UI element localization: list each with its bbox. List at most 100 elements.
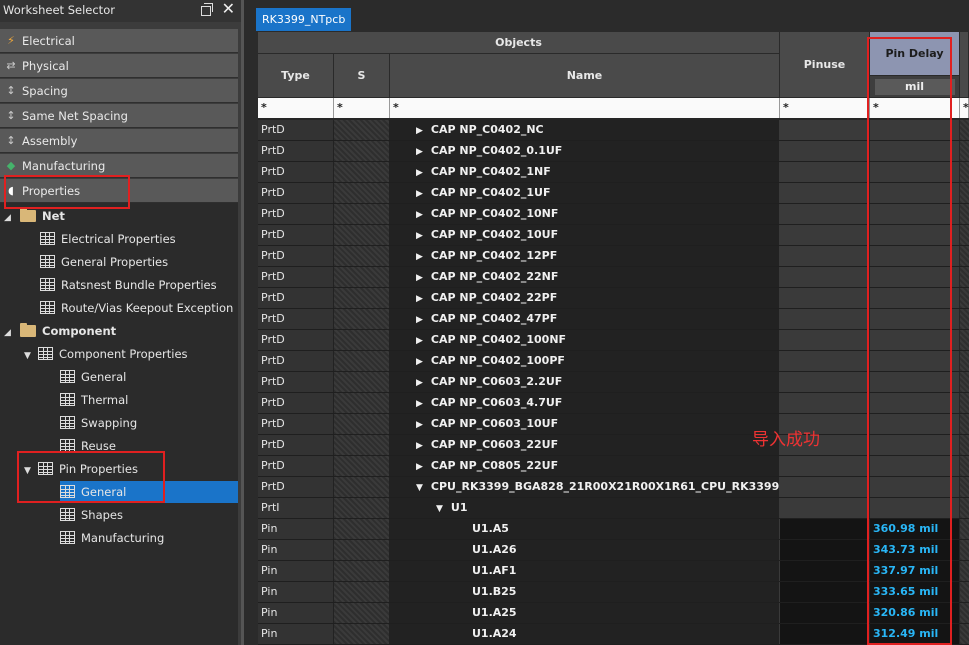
cell-name[interactable]: ▶ CAP NP_C0402_12PF: [390, 246, 780, 266]
table-row[interactable]: Pin U1.A25 320.86 mil: [258, 603, 969, 624]
cell-pin-delay[interactable]: [870, 141, 960, 161]
filter-type[interactable]: *: [258, 98, 334, 118]
cell-name[interactable]: ▶ CAP NP_C0402_22NF: [390, 267, 780, 287]
cell-pin-delay[interactable]: 333.65 mil: [870, 582, 960, 602]
cell-name[interactable]: ▶ CAP NP_C0402_1UF: [390, 183, 780, 203]
collapse-arrow-icon[interactable]: ▼: [436, 499, 443, 518]
table-row[interactable]: PrtD ▶ CAP NP_C0402_10NF: [258, 204, 969, 225]
cell-pinuse[interactable]: [780, 204, 870, 224]
table-row[interactable]: PrtD ▶ CAP NP_C0805_22UF: [258, 456, 969, 477]
cell-name[interactable]: U1.A5: [390, 519, 780, 539]
expand-arrow-icon[interactable]: ▶: [416, 163, 423, 182]
header-type[interactable]: Type: [258, 54, 334, 98]
cell-pin-delay[interactable]: [870, 498, 960, 518]
cell-pinuse[interactable]: [780, 288, 870, 308]
cell-pinuse[interactable]: [780, 393, 870, 413]
expand-arrow-icon[interactable]: ▼: [24, 345, 36, 367]
tree-item-component-3[interactable]: Reuse: [60, 435, 116, 457]
cell-pin-delay[interactable]: [870, 288, 960, 308]
cell-pinuse[interactable]: [780, 351, 870, 371]
expand-arrow-icon[interactable]: ▶: [416, 352, 423, 371]
table-row[interactable]: Pin U1.AF1 337.97 mil: [258, 561, 969, 582]
cell-name[interactable]: ▼ CPU_RK3399_BGA828_21R00X21R00X1R61_CPU_…: [390, 477, 780, 497]
cell-pinuse[interactable]: [780, 309, 870, 329]
tree-node-net[interactable]: ◢ Net: [4, 205, 65, 227]
category-properties[interactable]: ◖ Properties: [0, 179, 238, 203]
expand-arrow-icon[interactable]: ▼: [24, 460, 36, 482]
cell-pinuse[interactable]: [780, 246, 870, 266]
cell-pin-delay[interactable]: [870, 351, 960, 371]
expand-arrow-icon[interactable]: ▶: [416, 457, 423, 476]
cell-pinuse[interactable]: [780, 477, 870, 497]
cell-name[interactable]: ▶ CAP NP_C0402_0.1UF: [390, 141, 780, 161]
collapse-arrow-icon[interactable]: ▼: [416, 478, 423, 497]
tree-node-component[interactable]: ◢ Component: [4, 320, 116, 342]
expand-arrow-icon[interactable]: ◢: [4, 322, 16, 344]
cell-pin-delay[interactable]: [870, 435, 960, 455]
expand-arrow-icon[interactable]: ▶: [416, 331, 423, 350]
cell-pinuse[interactable]: [780, 372, 870, 392]
cell-name[interactable]: ▶ CAP NP_C0402_10UF: [390, 225, 780, 245]
cell-pinuse[interactable]: [780, 540, 870, 560]
cell-pin-delay[interactable]: [870, 393, 960, 413]
cell-pin-delay[interactable]: [870, 120, 960, 140]
category-physical[interactable]: ⇄ Physical: [0, 54, 238, 78]
filter-name[interactable]: *: [390, 98, 780, 118]
close-icon[interactable]: ✕: [222, 1, 235, 17]
table-row[interactable]: PrtD ▶ CAP NP_C0402_47PF: [258, 309, 969, 330]
table-row[interactable]: Pin U1.A26 343.73 mil: [258, 540, 969, 561]
table-row[interactable]: PrtD ▶ CAP NP_C0603_22UF: [258, 435, 969, 456]
category-electrical[interactable]: ⚡ Electrical: [0, 29, 238, 53]
expand-arrow-icon[interactable]: ▶: [416, 436, 423, 455]
cell-name[interactable]: ▶ CAP NP_C0603_2.2UF: [390, 372, 780, 392]
table-row[interactable]: PrtD ▶ CAP NP_C0402_22PF: [258, 288, 969, 309]
cell-name[interactable]: ▶ CAP NP_C0402_22PF: [390, 288, 780, 308]
category-manufacturing[interactable]: ◆ Manufacturing: [0, 154, 238, 178]
tree-item-pin-2[interactable]: Manufacturing: [60, 527, 164, 549]
cell-pin-delay[interactable]: 312.49 mil: [870, 624, 960, 644]
cell-pin-delay[interactable]: [870, 183, 960, 203]
cell-pin-delay[interactable]: 337.97 mil: [870, 561, 960, 581]
cell-pinuse[interactable]: [780, 582, 870, 602]
cell-pin-delay[interactable]: [870, 414, 960, 434]
cell-name[interactable]: ▶ CAP NP_C0402_100PF: [390, 351, 780, 371]
table-row[interactable]: Pin U1.B25 333.65 mil: [258, 582, 969, 603]
cell-pin-delay[interactable]: 343.73 mil: [870, 540, 960, 560]
cell-pinuse[interactable]: [780, 603, 870, 623]
table-row[interactable]: PrtD ▶ CAP NP_C0603_4.7UF: [258, 393, 969, 414]
table-row[interactable]: PrtD ▶ CAP NP_C0402_100PF: [258, 351, 969, 372]
expand-arrow-icon[interactable]: ▶: [416, 310, 423, 329]
expand-arrow-icon[interactable]: ▶: [416, 121, 423, 140]
table-row[interactable]: PrtD ▼ CPU_RK3399_BGA828_21R00X21R00X1R61_…: [258, 477, 969, 498]
tree-node-pin-properties[interactable]: ▼ Pin Properties: [24, 458, 138, 480]
expand-arrow-icon[interactable]: ▶: [416, 289, 423, 308]
cell-name[interactable]: ▶ CAP NP_C0603_4.7UF: [390, 393, 780, 413]
cell-pin-delay[interactable]: [870, 372, 960, 392]
expand-arrow-icon[interactable]: ▶: [416, 268, 423, 287]
category-spacing[interactable]: ↕ Spacing: [0, 79, 238, 103]
cell-name[interactable]: ▶ CAP NP_C0402_47PF: [390, 309, 780, 329]
tree-item-pin-1[interactable]: Shapes: [60, 504, 123, 526]
cell-pin-delay[interactable]: [870, 330, 960, 350]
cell-name[interactable]: ▶ CAP NP_C0402_1NF: [390, 162, 780, 182]
cell-pin-delay[interactable]: [870, 309, 960, 329]
expand-arrow-icon[interactable]: ▶: [416, 373, 423, 392]
header-pin-delay[interactable]: Pin Delay: [870, 32, 960, 76]
tree-item-net-3[interactable]: Route/Vias Keepout Exception: [40, 297, 233, 319]
cell-name[interactable]: ▶ CAP NP_C0402_NC: [390, 120, 780, 140]
cell-pin-delay[interactable]: [870, 477, 960, 497]
cell-pinuse[interactable]: [780, 120, 870, 140]
table-row[interactable]: PrtD ▶ CAP NP_C0603_10UF: [258, 414, 969, 435]
cell-pinuse[interactable]: [780, 183, 870, 203]
cell-name[interactable]: U1.AF1: [390, 561, 780, 581]
cell-name[interactable]: U1.A24: [390, 624, 780, 644]
cell-pinuse[interactable]: [780, 456, 870, 476]
tree-item-net-1[interactable]: General Properties: [40, 251, 168, 273]
category-same-net-spacing[interactable]: ↕ Same Net Spacing: [0, 104, 238, 128]
tree-item-component-2[interactable]: Swapping: [60, 412, 137, 434]
cell-name[interactable]: ▶ CAP NP_C0805_22UF: [390, 456, 780, 476]
table-row[interactable]: PrtI ▼ U1: [258, 498, 969, 519]
cell-pinuse[interactable]: [780, 141, 870, 161]
cell-pin-delay[interactable]: 360.98 mil: [870, 519, 960, 539]
filter-pin-delay[interactable]: *: [870, 98, 960, 118]
